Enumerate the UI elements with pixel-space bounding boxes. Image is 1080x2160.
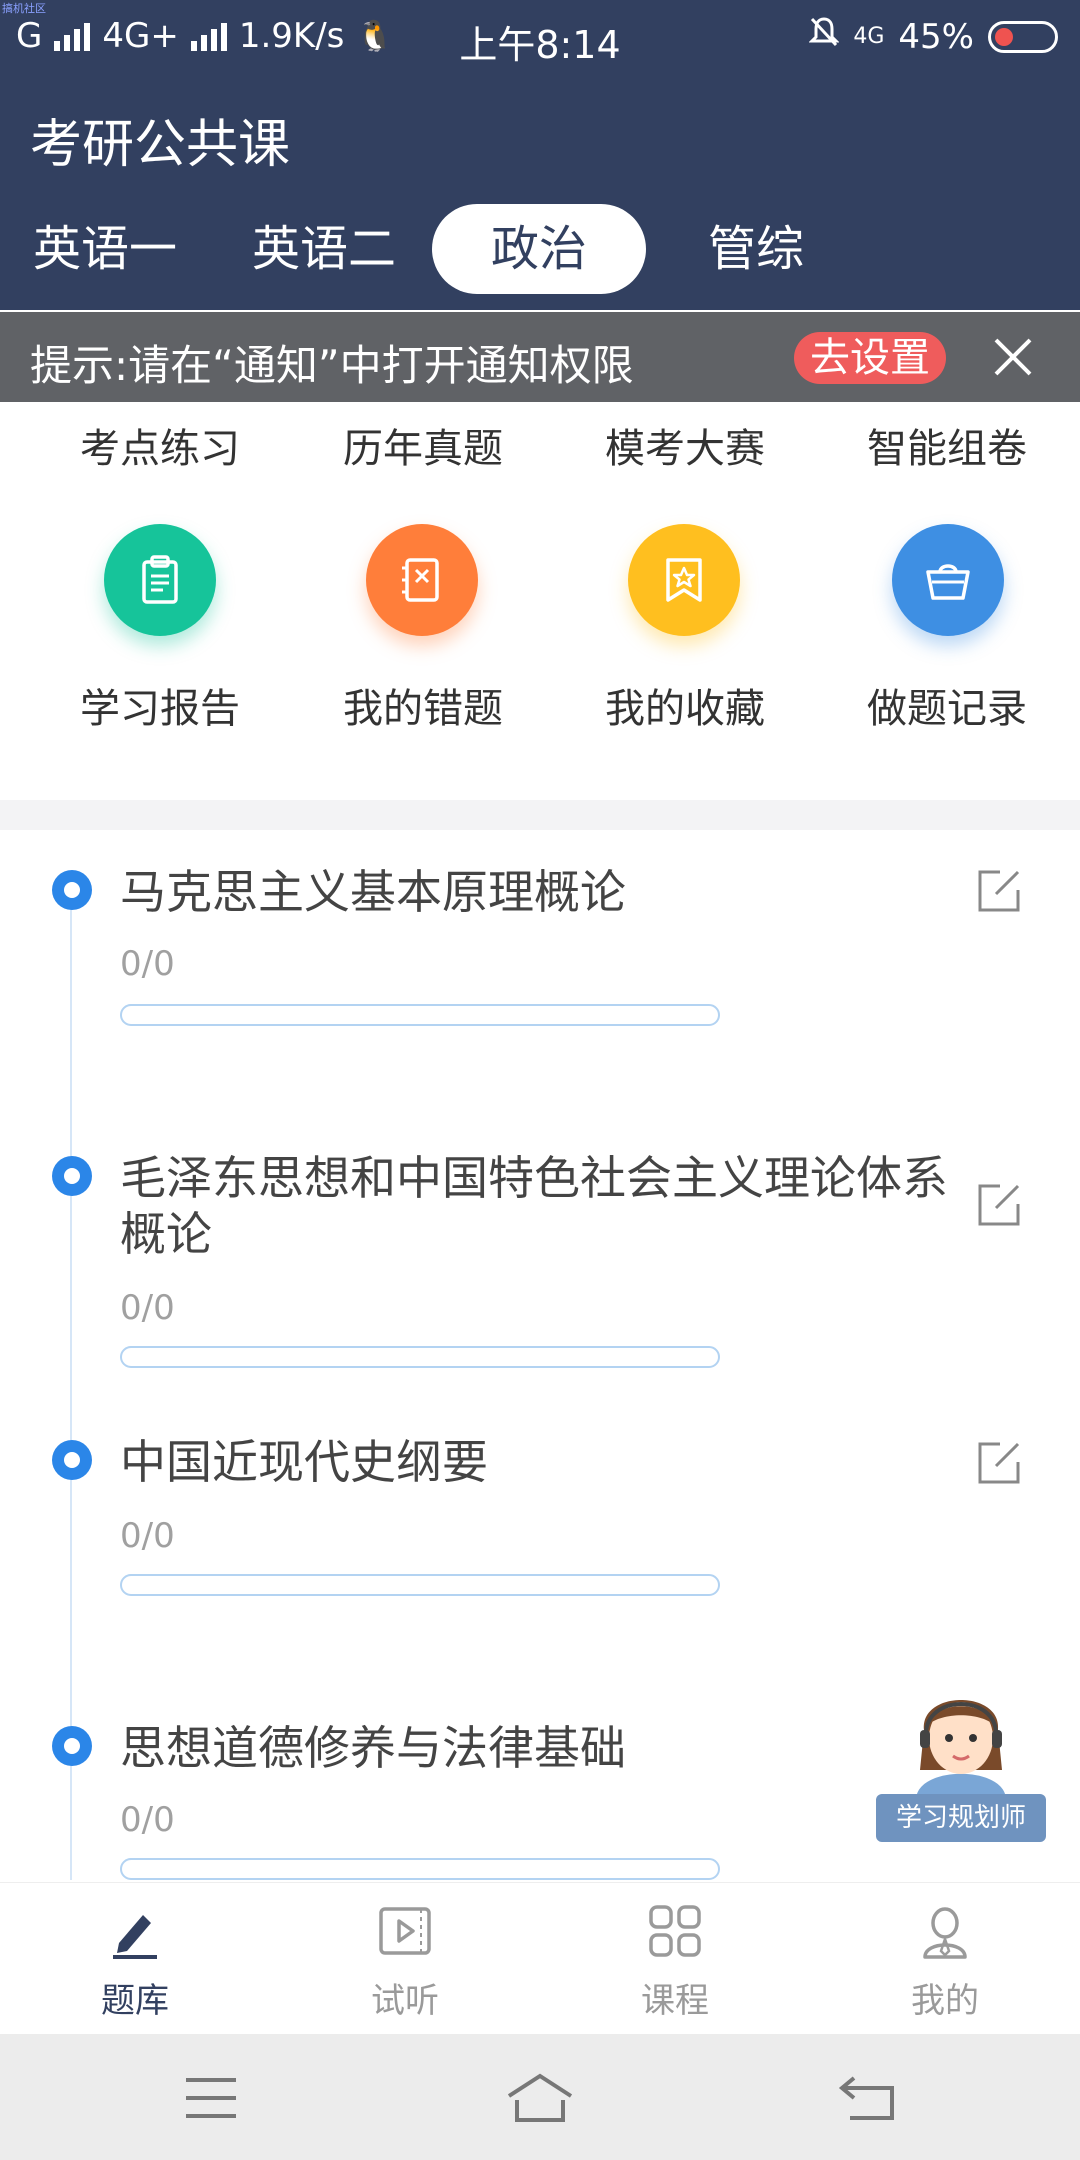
app-header: 搞机社区 G 4G+ 1.9K/s 🐧 上午8:14 4G 45% 考研公共课 … [0,0,1080,310]
study-planner-label[interactable]: 学习规划师 [876,1794,1046,1842]
menu-mock-contest[interactable]: 模考大赛 [550,416,820,474]
menu-past-exams[interactable]: 历年真题 [288,416,558,474]
play-video-icon [375,1901,435,1961]
notebook-icon[interactable] [366,524,478,636]
system-nav-bar [0,2034,1080,2160]
course-progress-text: 0/0 [120,1516,175,1556]
grid-icon [645,1901,705,1961]
edit-icon[interactable] [976,1182,1022,1228]
notice-text: 提示:请在“通知”中打开通知权限 [30,341,634,390]
course-progress-text: 0/0 [120,1800,175,1840]
practice-history-label[interactable]: 做题记录 [812,676,1080,734]
nav-label: 我的 [911,1981,979,2021]
course-progress-text: 0/0 [120,944,175,984]
tab-english-1[interactable]: 英语一 [30,204,180,294]
study-planner-avatar[interactable]: 学习规划师 [876,1670,1046,1842]
nav-label: 课程 [641,1981,709,2021]
course-progress-bar [120,1346,720,1368]
net-type: 4G [853,24,885,49]
close-icon[interactable] [990,334,1036,380]
study-report-label[interactable]: 学习报告 [25,676,295,734]
edit-icon[interactable] [976,868,1022,914]
go-settings-button[interactable]: 去设置 [794,332,946,384]
menu-smart-paper[interactable]: 智能组卷 [812,416,1080,474]
menu-point-practice[interactable]: 考点练习 [25,416,295,474]
nav-mine[interactable]: 我的 [810,1883,1080,2033]
notification-tip-bar: 提示:请在“通知”中打开通知权限 去设置 [0,312,1080,402]
status-bar: G 4G+ 1.9K/s 🐧 上午8:14 4G 45% [0,0,1080,72]
course-progress-bar [120,1858,720,1880]
person-icon [915,1901,975,1961]
nav-question-bank[interactable]: 题库 [0,1883,270,2033]
tab-english-2[interactable]: 英语二 [244,204,404,294]
customer-service-avatar-icon [916,1700,1006,1800]
course-progress-text: 0/0 [120,1288,175,1328]
timeline-dot [52,1726,92,1766]
course-title[interactable]: 毛泽东思想和中国特色社会主义理论体系概论 [120,1150,950,1262]
my-mistakes-label[interactable]: 我的错题 [288,676,558,734]
course-title[interactable]: 思想道德修养与法律基础 [120,1720,950,1776]
course-title[interactable]: 马克思主义基本原理概论 [120,864,950,920]
my-favorites-label[interactable]: 我的收藏 [550,676,820,734]
nav-courses[interactable]: 课程 [540,1883,810,2033]
bottom-tab-bar: 题库 试听 课程 我的 [0,1882,1080,2032]
timeline-dot [52,870,92,910]
basket-icon[interactable] [892,524,1004,636]
course-progress-bar [120,1574,720,1596]
nav-label: 题库 [101,1981,169,2021]
star-bookmark-icon[interactable] [628,524,740,636]
timeline-dot [52,1440,92,1480]
nav-label: 试听 [371,1981,439,2021]
nav-trial-listen[interactable]: 试听 [270,1883,540,2033]
back-icon[interactable] [834,2070,904,2126]
battery-percent: 45% [898,16,974,57]
battery-icon [988,20,1058,53]
course-title[interactable]: 中国近现代史纲要 [120,1434,950,1490]
section-divider [0,800,1080,830]
menu-icon[interactable] [176,2070,246,2126]
home-icon[interactable] [505,2070,575,2126]
mute-bell-icon [808,16,840,57]
clipboard-icon[interactable] [104,524,216,636]
page-title: 考研公共课 [30,115,291,175]
course-progress-bar [120,1004,720,1026]
tab-politics[interactable]: 政治 [432,204,646,294]
timeline-dot [52,1156,92,1196]
tab-management[interactable]: 管综 [706,204,806,294]
edit-icon[interactable] [976,1440,1022,1486]
pencil-icon [105,1901,165,1961]
